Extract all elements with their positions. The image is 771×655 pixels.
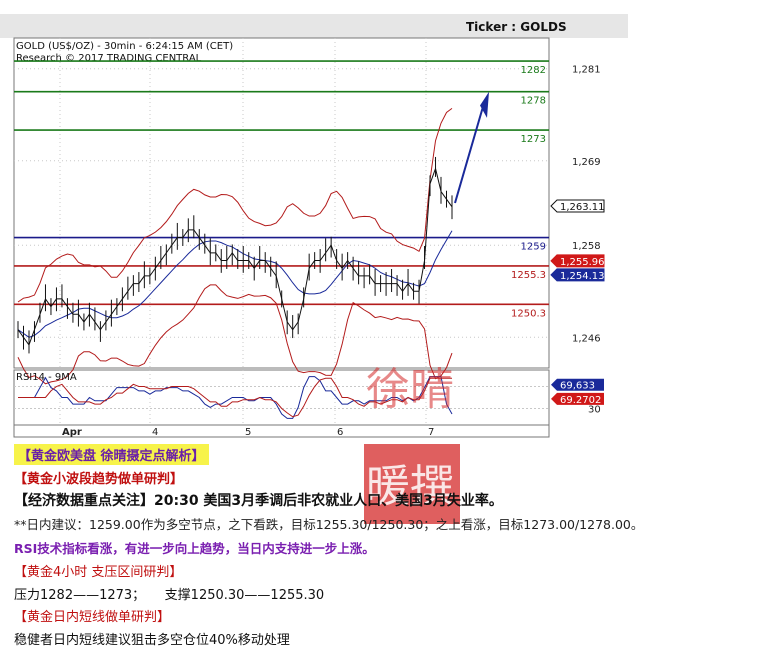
rsi-tag-label: 69,633 <box>560 381 595 392</box>
chart-title: GOLD (US$/OZ) - 30min - 6:24:15 AM (CET) <box>16 41 233 52</box>
range-heading: 【黄金4小时 支压区间研判】 <box>14 565 183 580</box>
rsi-panel <box>13 369 550 426</box>
rsi-tick-30: 30 <box>588 405 601 416</box>
short-term-heading: 【黄金日内短线做单研判】 <box>14 610 171 625</box>
intraday-advice: **日内建议：1259.00作为多空节点，之下看跌，目标1255.30/1250… <box>14 517 644 532</box>
rsi-tag-label: 69.2702 <box>560 395 601 406</box>
x-tick-label: 4 <box>152 427 158 438</box>
analysis-title: 【黄金欧美盘 徐晴摄定点解析】 <box>14 444 209 465</box>
y-tick-label: 1,258 <box>572 241 601 252</box>
level-label: 1250.3 <box>511 308 546 319</box>
price-chart: Ticker : GOLDS 1,281 1,269 1,258 1,246 Apr 4 5 6… <box>0 14 628 438</box>
chart-subtitle: Research © 2017 TRADING CENTRAL <box>16 53 202 64</box>
chart-panel: Ticker : GOLDS 1,281 1,269 1,258 1,246 Apr 4 5 6… <box>0 0 628 445</box>
trend-heading: 【黄金小波段趋势做单研判】 <box>14 472 184 487</box>
y-tick-label: 1,281 <box>572 65 601 76</box>
level-label: 1259 <box>521 242 546 253</box>
svg-text:徐晴: 徐晴 <box>366 364 454 415</box>
price-tag-label: 1,254.13 <box>560 271 605 282</box>
support-resistance: 压力1282——1273； 支撑1250.30——1255.30 <box>14 588 325 603</box>
level-label: 1273 <box>521 134 546 145</box>
y-tick-label: 1,246 <box>572 333 601 344</box>
rsi-note: RSI技术指标看涨，有进一步向上趋势，当日内支持进一步上涨。 <box>14 541 375 556</box>
x-axis-strip <box>13 424 550 438</box>
position-advice: 稳健者日内短线建议狙击多空仓位40%移动处理 <box>14 633 290 648</box>
x-tick-label: Apr <box>62 427 82 438</box>
y-tick-label: 1,269 <box>572 157 601 168</box>
economic-data-note: 【经济数据重点关注】20:30 美国3月季调后非农就业人口、美国3月失业率。 <box>14 493 503 509</box>
ticker-label: Ticker : GOLDS <box>466 20 567 34</box>
price-tag-label: 1,255.96 <box>560 257 605 268</box>
level-label: 1282 <box>521 65 546 76</box>
x-tick-label: 5 <box>245 427 251 438</box>
level-label: 1255.3 <box>511 270 546 281</box>
x-tick-label: 6 <box>337 427 343 438</box>
price-tag-label: 1,263.11 <box>560 202 605 213</box>
rsi-label: RSI14 - 9MA <box>16 372 77 383</box>
level-label: 1278 <box>521 96 546 107</box>
